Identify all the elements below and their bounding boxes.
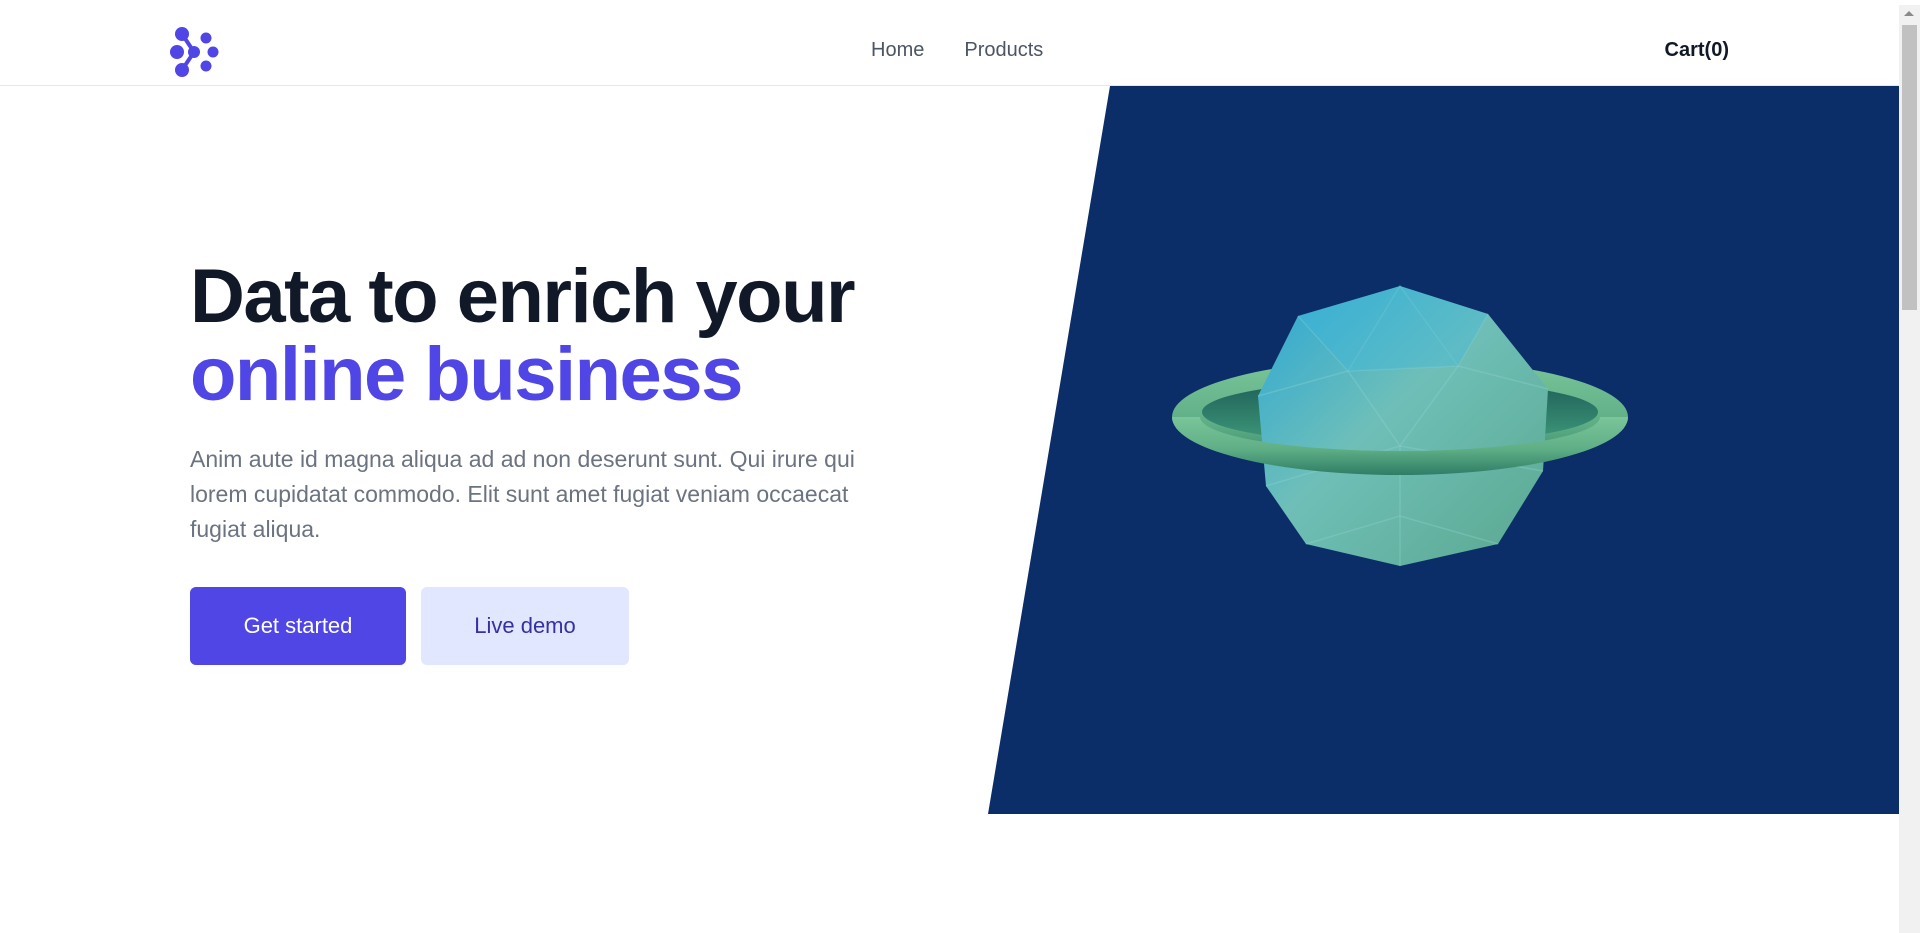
page: Home Products Cart(0) Data to enrich you… xyxy=(0,0,1920,933)
scroll-up-arrow-icon[interactable] xyxy=(1904,11,1914,16)
hero-content: Data to enrich your online business Anim… xyxy=(190,258,910,665)
main-nav: Home Products xyxy=(871,39,1043,62)
nav-products-link[interactable]: Products xyxy=(964,39,1043,62)
scrollbar-thumb[interactable] xyxy=(1902,25,1917,310)
hero-description: Anim aute id magna aliqua ad ad non dese… xyxy=(190,446,855,542)
hero-image-panel xyxy=(988,86,1899,814)
nav-home-link[interactable]: Home xyxy=(871,39,924,62)
hero-headline: Data to enrich your online business xyxy=(190,258,910,414)
hero-actions: Get started Live demo xyxy=(190,587,910,665)
logo-icon[interactable] xyxy=(168,24,224,80)
vertical-scrollbar[interactable] xyxy=(1899,5,1920,933)
hero-headline-line2: online business xyxy=(190,332,743,417)
get-started-button[interactable]: Get started xyxy=(190,587,406,665)
hero-headline-line1: Data to enrich your xyxy=(190,254,856,339)
cart-link[interactable]: Cart(0) xyxy=(1665,39,1729,62)
live-demo-button[interactable]: Live demo xyxy=(421,587,629,665)
navbar: Home Products Cart(0) xyxy=(0,5,1899,86)
